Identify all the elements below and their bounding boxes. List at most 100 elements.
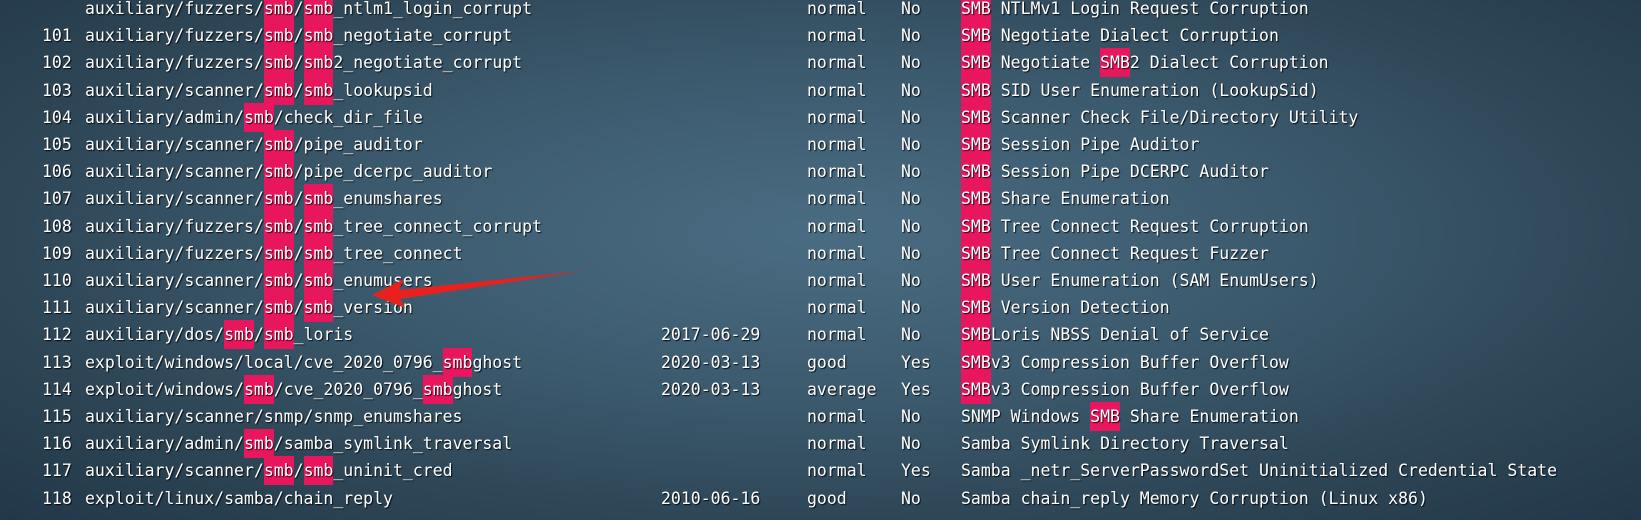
search-match-highlight: SMB: [961, 75, 991, 105]
module-check: No: [901, 434, 921, 454]
module-row: 105 auxiliary/scanner/smb/pipe_auditor nor…: [0, 130, 1641, 159]
module-rank: normal: [807, 325, 867, 345]
module-row: 102 auxiliary/fuzzers/smb/smb2_negotiate_…: [0, 48, 1641, 78]
module-name: auxiliary/scanner/smb/smb_enumshares: [85, 184, 443, 214]
search-match-highlight: smb: [303, 456, 334, 486]
module-row: 113 exploit/windows/local/cve_2020_0796_s…: [0, 347, 1641, 377]
module-check: No: [901, 53, 921, 73]
module-rank: normal: [807, 53, 867, 73]
module-name: auxiliary/fuzzers/smb/smb_tree_connect_c…: [85, 211, 542, 241]
module-rank: normal: [807, 298, 867, 318]
search-match-highlight: SMB: [961, 48, 991, 78]
module-row: 107 auxiliary/scanner/smb/smb_enumshares n…: [0, 184, 1641, 214]
module-number: 101: [42, 26, 72, 46]
search-match-highlight: smb: [243, 102, 274, 132]
module-row: 108 auxiliary/fuzzers/smb/smb_tree_connec…: [0, 211, 1641, 241]
module-description: SMB User Enumeration (SAM EnumUsers): [961, 266, 1319, 295]
module-number: 114: [42, 379, 72, 399]
module-row: 110 auxiliary/scanner/smb/smb_enumusers no…: [0, 266, 1641, 295]
module-description: SMB Tree Connect Request Corruption: [961, 211, 1309, 241]
search-match-highlight: SMB: [961, 374, 991, 404]
module-rank: normal: [807, 135, 867, 154]
module-name: auxiliary/admin/smb/samba_symlink_traver…: [85, 429, 512, 459]
module-row: 106 auxiliary/scanner/smb/pipe_dcerpc_aud…: [0, 157, 1641, 187]
module-description: SMBv3 Compression Buffer Overflow: [961, 374, 1289, 404]
search-match-highlight: SMB: [961, 266, 991, 295]
search-match-highlight: SMB: [961, 184, 991, 214]
module-description: SMB Scanner Check File/Directory Utility: [961, 102, 1358, 132]
search-match-highlight: smb: [303, 48, 334, 78]
module-name: auxiliary/fuzzers/smb/smb2_negotiate_cor…: [85, 48, 522, 78]
disclosure-date: 2010-06-16: [661, 488, 761, 508]
module-rank: normal: [807, 107, 867, 127]
module-name: auxiliary/scanner/smb/pipe_auditor: [85, 130, 423, 159]
module-rank: good: [807, 488, 847, 508]
module-check: No: [901, 80, 921, 100]
module-check: No: [901, 135, 921, 154]
search-match-highlight: SMB: [961, 157, 991, 187]
module-rank: normal: [807, 407, 867, 426]
module-check: No: [901, 243, 921, 263]
module-number: 110: [42, 271, 72, 290]
search-match-highlight: smb: [224, 320, 254, 350]
module-check: No: [901, 26, 921, 46]
module-rank: normal: [807, 162, 867, 182]
module-check: No: [901, 189, 921, 209]
search-match-highlight: smb: [303, 184, 334, 214]
search-match-highlight: smb: [263, 238, 294, 268]
module-name: auxiliary/scanner/snmp/snmp_enumshares: [85, 407, 463, 426]
search-match-highlight: smb: [263, 266, 294, 295]
search-match-highlight: smb: [303, 75, 334, 105]
module-number: 106: [42, 162, 72, 182]
module-rank: normal: [807, 80, 867, 100]
search-match-highlight: SMB: [961, 238, 991, 268]
search-match-highlight: smb: [263, 320, 294, 350]
disclosure-date: 2020-03-13: [661, 352, 761, 372]
module-row: 117 auxiliary/scanner/smb/smb_uninit_cred…: [0, 456, 1641, 486]
module-number: 107: [42, 189, 72, 209]
search-match-highlight: smb: [263, 293, 294, 323]
search-match-highlight: smb: [263, 0, 294, 23]
search-match-highlight: smb: [303, 0, 334, 23]
search-match-highlight: SMB: [961, 347, 991, 377]
module-row: auxiliary/fuzzers/smb/smb_ntlm1_login_co…: [0, 0, 1641, 23]
module-check: Yes: [901, 461, 931, 481]
search-match-highlight: smb: [442, 347, 473, 377]
module-number: 103: [42, 80, 72, 100]
module-description: SMB Session Pipe Auditor: [961, 130, 1199, 159]
module-number: 113: [42, 352, 72, 372]
module-rank: normal: [807, 189, 867, 209]
module-check: Yes: [901, 379, 931, 399]
module-name: exploit/linux/samba/chain_reply: [85, 488, 393, 508]
module-number: 118: [42, 488, 72, 508]
module-name: auxiliary/scanner/smb/smb_uninit_cred: [85, 456, 453, 486]
search-match-highlight: smb: [303, 266, 334, 295]
module-number: 105: [42, 135, 72, 154]
module-check: No: [901, 216, 921, 236]
module-name: auxiliary/scanner/smb/pipe_dcerpc_audito…: [85, 157, 492, 187]
module-rank: normal: [807, 271, 867, 290]
disclosure-date: 2017-06-29: [661, 325, 761, 345]
module-description: Samba _netr_ServerPasswordSet Uninitiali…: [961, 461, 1558, 481]
search-match-highlight: smb: [243, 429, 274, 459]
module-check: Yes: [901, 352, 931, 372]
module-row: 104 auxiliary/admin/smb/check_dir_file nor…: [0, 102, 1641, 132]
module-name: auxiliary/fuzzers/smb/smb_tree_connect: [85, 238, 463, 268]
search-match-highlight: smb: [303, 21, 334, 51]
module-rank: normal: [807, 243, 867, 263]
module-check: No: [901, 298, 921, 318]
module-row: 116 auxiliary/admin/smb/samba_symlink_tra…: [0, 429, 1641, 459]
module-row: 115 auxiliary/scanner/snmp/snmp_enumshare…: [0, 402, 1641, 431]
module-description: SMB Session Pipe DCERPC Auditor: [961, 157, 1269, 187]
module-check: No: [901, 407, 921, 426]
disclosure-date: 2020-03-13: [661, 379, 761, 399]
module-number: 102: [42, 53, 72, 73]
module-description: SMBLoris NBSS Denial of Service: [961, 320, 1269, 350]
module-name: exploit/windows/local/cve_2020_0796_smbg…: [85, 347, 522, 377]
search-match-highlight: SMB: [961, 320, 991, 350]
module-rank: normal: [807, 26, 867, 46]
search-match-highlight: smb: [303, 238, 334, 268]
search-match-highlight: smb: [422, 374, 453, 404]
module-name: auxiliary/dos/smb/smb_loris: [85, 320, 353, 350]
module-description: SMB NTLMv1 Login Request Corruption: [961, 0, 1309, 23]
